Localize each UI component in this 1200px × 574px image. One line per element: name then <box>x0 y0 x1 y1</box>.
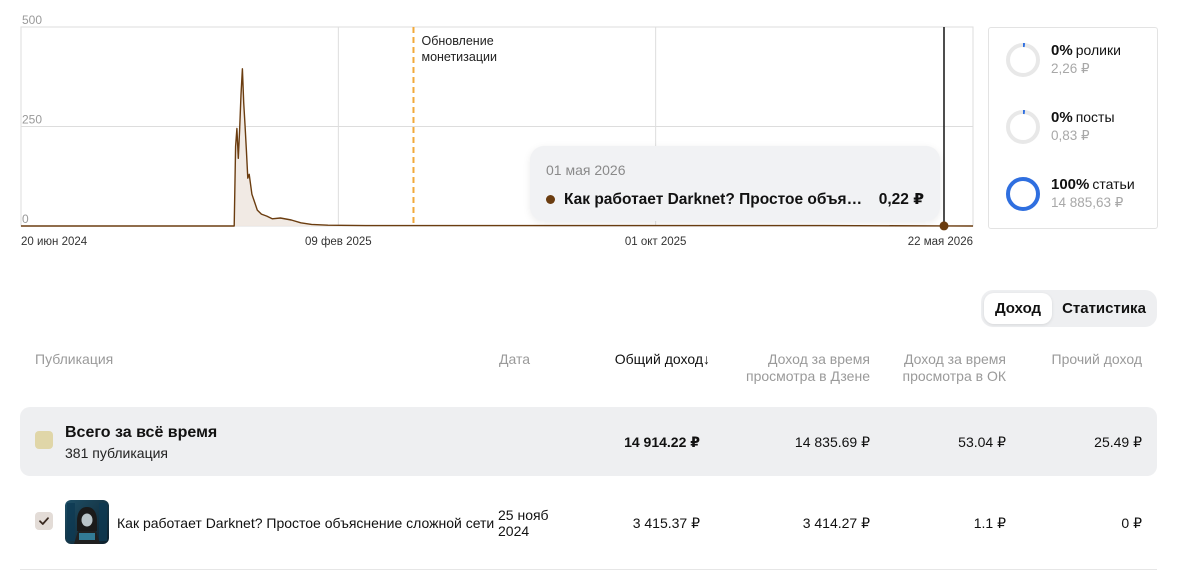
total-ok-income: 53.04 ₽ <box>958 434 1006 450</box>
table-row[interactable]: Как работает Darknet? Простое объяснение… <box>20 486 1157 558</box>
breakdown-label: посты <box>1075 109 1115 125</box>
breakdown-amount: 2,26 ₽ <box>1051 61 1090 76</box>
breakdown-percent: 0% <box>1051 109 1073 126</box>
col-header-ok-line2: просмотра в ОК <box>902 368 1006 384</box>
breakdown-item-articles: 100% статьи 14 885,63 ₽ <box>1005 176 1135 212</box>
toggle-income[interactable]: Доход <box>984 293 1052 324</box>
revenue-chart: 500 250 0 20 июн 2024 09 фев 2025 01 окт 202… <box>0 0 990 260</box>
x-axis-labels: 20 июн 2024 09 фев 2025 01 окт 2025 22 мая … <box>21 236 973 248</box>
row-dzen-income: 3 414.27 ₽ <box>802 515 870 531</box>
content-type-breakdown: 0% ролики 2,26 ₽ 0% посты 0,83 ₽ 100% стать… <box>988 27 1158 229</box>
breakdown-item-posts: 0% посты 0,83 ₽ <box>1005 109 1115 145</box>
publication-date: 25 нояб 2024 <box>498 507 549 539</box>
col-header-total[interactable]: Общий доход↓ <box>600 351 710 368</box>
progress-ring-icon <box>1006 177 1040 211</box>
col-header-publication[interactable]: Публикация <box>35 351 113 368</box>
total-income: 14 914.22 ₽ <box>624 434 700 450</box>
breakdown-amount: 0,83 ₽ <box>1051 128 1090 143</box>
tooltip-date: 01 мая 2026 <box>546 162 626 178</box>
col-header-total-label: Общий доход <box>614 351 703 367</box>
annotation-label: монетизации <box>421 50 497 64</box>
col-header-dzen-line2: просмотра в Дзене <box>746 368 870 384</box>
ring-fill <box>1006 177 1040 211</box>
col-header-dzen[interactable]: Доход за время просмотра в Дзене <box>730 351 870 385</box>
y-tick-label: 500 <box>22 13 42 27</box>
row-ok-income: 1.1 ₽ <box>973 515 1006 531</box>
row-divider <box>20 569 1157 570</box>
row-total-income: 3 415.37 ₽ <box>632 515 700 531</box>
col-header-date[interactable]: Дата <box>499 351 530 368</box>
ring-track <box>1006 110 1040 144</box>
x-tick-label: 09 фев 2025 <box>305 236 372 248</box>
y-tick-label: 0 <box>22 212 29 226</box>
total-checkbox[interactable] <box>35 431 53 449</box>
tooltip-title: Как работает Darknet? Простое объясне... <box>564 190 867 208</box>
publication-thumbnail[interactable] <box>65 500 109 544</box>
y-tick-label: 250 <box>22 113 42 127</box>
col-header-ok[interactable]: Доход за время просмотра в ОК <box>880 351 1006 385</box>
breakdown-label: ролики <box>1075 42 1121 58</box>
cursor-point <box>939 221 949 231</box>
toggle-statistics[interactable]: Статистика <box>1055 293 1153 324</box>
chart-svg: 500 250 0 20 июн 2024 09 фев 2025 01 окт 202… <box>20 13 974 248</box>
row-other-income: 0 ₽ <box>1121 515 1142 531</box>
row-checkbox[interactable] <box>35 512 53 530</box>
publication-title-link[interactable]: Как работает Darknet? Простое объяснение… <box>117 515 494 531</box>
x-tick-label: 22 мая 2026 <box>908 236 973 248</box>
breakdown-percent: 0% <box>1051 42 1073 59</box>
breakdown-percent: 100% <box>1051 176 1090 193</box>
tooltip-row: Как работает Darknet? Простое объясне...… <box>546 190 924 209</box>
total-dzen-income: 14 835.69 ₽ <box>794 434 870 450</box>
annotation-label: Обновление <box>421 34 493 48</box>
chart-cursor[interactable] <box>939 27 949 231</box>
y-axis-ticks: 500 250 0 <box>22 13 42 226</box>
x-tick-label: 01 окт 2025 <box>625 236 687 248</box>
tooltip-value: 0,22 ₽ <box>878 191 924 208</box>
series-dot-icon <box>546 195 555 204</box>
breakdown-item-videos: 0% ролики 2,26 ₽ <box>1005 42 1121 78</box>
progress-ring-icon <box>1006 43 1040 77</box>
sort-down-icon: ↓ <box>703 351 710 367</box>
view-toggle: Доход Статистика <box>981 290 1157 327</box>
x-tick-label: 20 июн 2024 <box>21 236 88 248</box>
total-other-income: 25.49 ₽ <box>1094 434 1142 450</box>
col-header-dzen-line1: Доход за время <box>768 351 870 367</box>
total-subtitle: 381 публикация <box>65 445 169 461</box>
breakdown-label: статьи <box>1092 176 1135 192</box>
publication-date-line1: 25 нояб <box>498 507 549 523</box>
total-row: Всего за всё время 381 публикация 14 914… <box>20 407 1157 476</box>
ring-track <box>1006 43 1040 77</box>
col-header-other[interactable]: Прочий доход <box>1030 351 1142 368</box>
chart-tooltip: 01 мая 2026 Как работает Darknet? Просто… <box>530 146 940 221</box>
publication-date-line2: 2024 <box>498 523 530 539</box>
col-header-ok-line1: Доход за время <box>904 351 1006 367</box>
progress-ring-icon <box>1006 110 1040 144</box>
total-title: Всего за всё время <box>65 424 218 441</box>
breakdown-amount: 14 885,63 ₽ <box>1051 195 1124 210</box>
checkmark-icon <box>39 517 49 525</box>
